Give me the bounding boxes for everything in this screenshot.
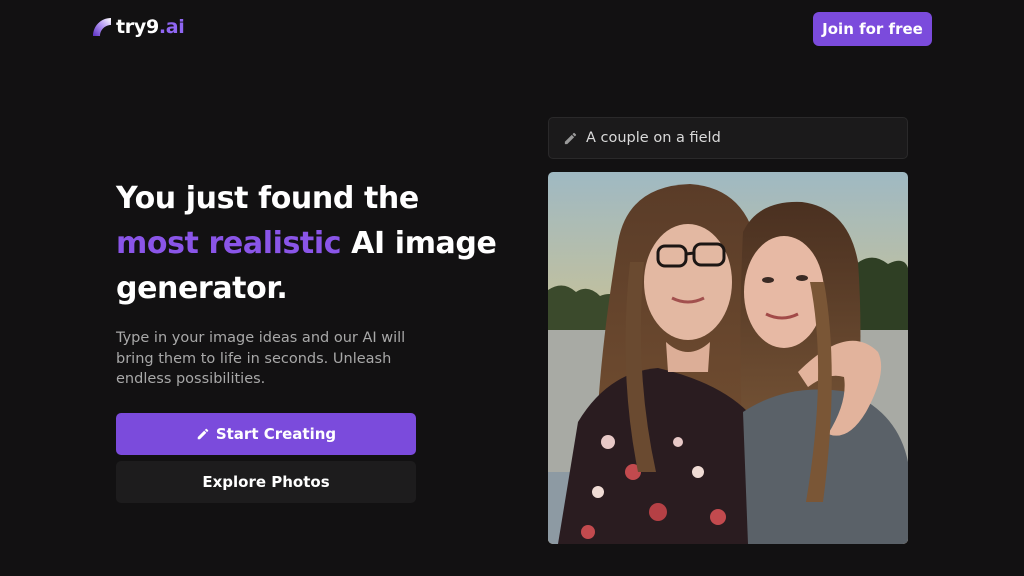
headline-rest: AI image (341, 226, 497, 261)
try9-logo-icon (93, 18, 111, 36)
generated-photo[interactable] (548, 172, 908, 544)
prompt-text: A couple on a field (586, 130, 721, 146)
landing-page: try9.ai Join for free You just found the… (0, 0, 1024, 576)
join-for-free-button[interactable]: Join for free (813, 12, 932, 46)
hero-headline: You just found the most realistic AI ima… (116, 176, 516, 311)
pencil-icon (564, 132, 577, 144)
prompt-display: A couple on a field (548, 117, 908, 159)
headline-accent: most realistic (116, 226, 342, 261)
logo-text: try9.ai (116, 16, 185, 38)
logo-main: try9 (116, 16, 159, 38)
start-creating-button[interactable]: Start Creating (116, 413, 416, 455)
start-creating-label: Start Creating (215, 425, 337, 443)
headline-line3: generator. (116, 271, 288, 306)
logo-suffix: .ai (158, 16, 185, 38)
explore-photos-button[interactable]: Explore Photos (116, 461, 416, 503)
photo-illustration (548, 172, 908, 544)
hero-subtext: Type in your image ideas and our AI will… (116, 330, 406, 387)
pencil-icon (197, 428, 209, 440)
logo[interactable]: try9.ai (92, 16, 185, 38)
headline-line1: You just found the (116, 181, 419, 216)
